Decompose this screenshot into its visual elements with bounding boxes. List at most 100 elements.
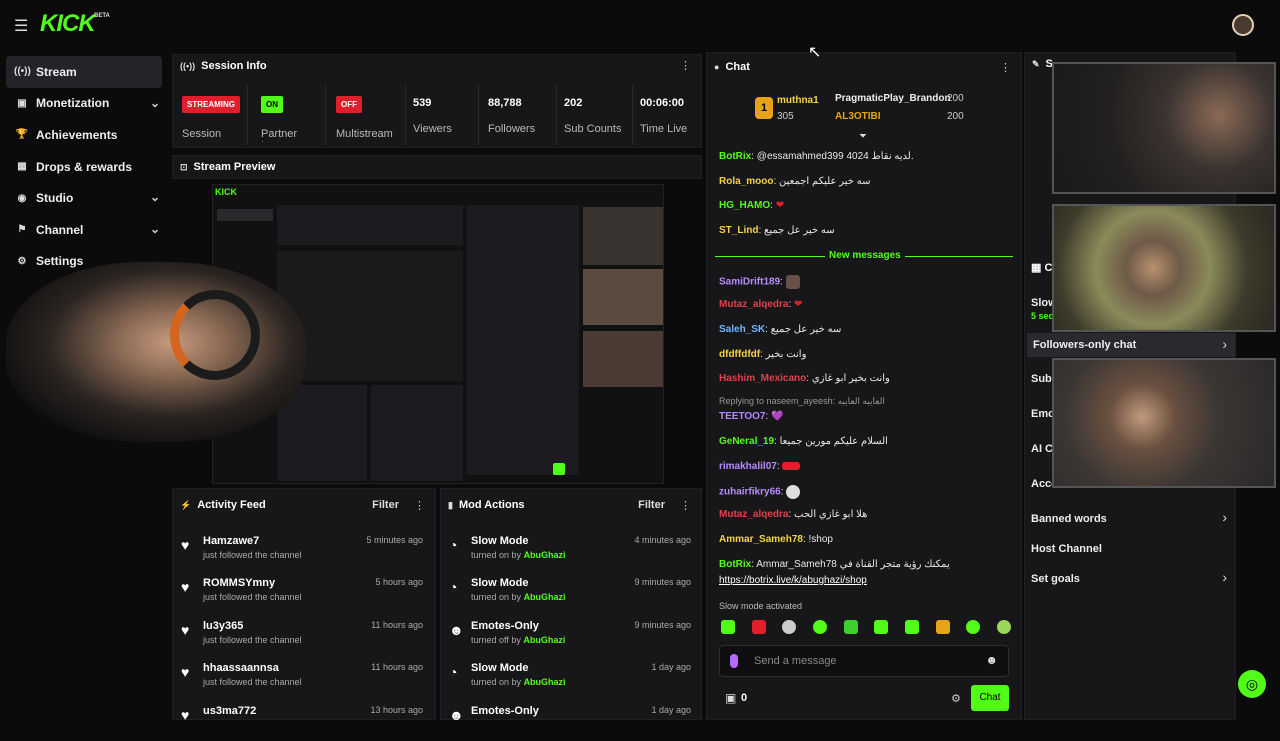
preview-icon: ⊡ [180,161,188,172]
emote-icon[interactable] [966,620,981,634]
chevron-right-icon[interactable]: › [1222,509,1227,525]
panel-title: ▦ C [1031,262,1053,274]
chat-panel: ● Chat ⋮ 1 muthna1 305 PragmaticPlay_Bran… [706,52,1022,720]
emote-icon[interactable] [812,620,827,634]
list-item[interactable]: ♥ lu3y365 just followed the channel 11 hour… [173,614,433,656]
cursor-icon: ↖ [808,44,822,61]
heart-icon: ♥ [181,622,190,638]
leaderboard-rank: 1 [755,97,773,119]
chevron-right-icon[interactable]: › [1222,569,1227,585]
session-info-header: ((•)) Session Info [180,60,267,72]
shield-icon: ▮ [448,499,453,510]
streamer-webcam [6,262,306,442]
partner-badge[interactable]: ON [261,96,283,113]
chevron-down-icon: ⌄ [149,95,160,110]
streaming-badge: STREAMING [182,96,240,113]
leader-value: 200 [947,93,964,104]
gear-icon[interactable]: ⚙ [951,692,961,705]
bolt-icon: ⚡ [180,499,192,510]
send-chat-button[interactable]: Chat [971,685,1009,711]
chat-input[interactable]: Send a message ☻ [719,645,1009,677]
emoji-icon[interactable]: ☻ [985,653,998,667]
emote-bar [721,620,1011,638]
host-channel-setting[interactable]: Host Channel [1031,543,1102,555]
viewers-label: Viewers [413,123,452,135]
menu-icon[interactable]: ☰ [14,16,28,36]
list-item[interactable]: ♥ us3ma772 13 hours ago [173,699,433,741]
chat-message: zuhairfikry66: [719,485,801,499]
session-info-panel: ((•)) Session Info ⋮ STREAMING Session ON… [172,54,702,148]
user-avatar[interactable] [1232,14,1254,36]
leader-name[interactable]: muthna1 [777,95,819,106]
broadcast-icon: ((•)) [14,66,31,78]
points-icon[interactable]: ▣ [725,691,736,705]
chevron-down-icon[interactable]: ⏷ [859,131,867,142]
kebab-menu-icon[interactable]: ⋮ [680,499,691,512]
pin-icon: ✎ [1032,58,1040,69]
list-item[interactable]: ◔ Slow Mode turned on by AbuGhazi 9 minutes… [441,571,701,613]
multistream-badge[interactable]: OFF [336,96,362,113]
broadcast-icon: ((•)) [180,61,196,71]
gear-icon: ⚙ [17,255,27,267]
leader-name[interactable]: AL3OTIBI [835,111,881,122]
list-item[interactable]: ♥ hhaassaannsa just followed the channel 11… [173,656,433,698]
list-item[interactable]: ♥ ROMMSYmny just followed the channel 5 hou… [173,571,433,613]
chat-message: SamiDrift189: [719,275,800,289]
slow-mode-note: Slow mode activated [719,601,803,611]
sidebar-item-studio[interactable]: ◉ Studio ⌄ [0,182,168,214]
support-icon[interactable]: ◎ [1238,670,1266,698]
chat-icon: ● [714,62,720,72]
new-messages-divider[interactable]: New messages [825,250,905,261]
sidebar-item-stream[interactable]: ((•)) Stream [6,56,162,88]
banned-words-setting[interactable]: Banned words [1031,513,1107,525]
emote-icon[interactable] [904,620,919,634]
sidebar-item-monetization[interactable]: ▣ Monetization ⌄ [0,88,168,120]
channel-icon: ⚑ [17,224,27,236]
sidebar-item-drops[interactable]: ▦ Drops & rewards [0,151,168,183]
headset-graphic [170,290,260,380]
sidebar-item-label: Drops & rewards [36,159,133,174]
kebab-menu-icon[interactable]: ⋮ [680,59,691,72]
kebab-menu-icon[interactable]: ⋮ [414,499,425,512]
activity-filter-button[interactable]: Filter [372,499,399,511]
sidebar-item-channel[interactable]: ⚑ Channel ⌄ [0,214,168,246]
chat-message: Mutaz_alqedra: ❤ [719,299,803,310]
reply-note: Replying to naseem_ayeesh: العايبه العاي… [719,396,885,406]
shop-link[interactable]: https://botrix.live/k/abughazi/shop [719,575,867,586]
list-item[interactable]: ♥ Hamzawe7 just followed the channel 5 minu… [173,529,433,571]
heart-icon: ♥ [181,579,190,595]
microphone-icon[interactable] [730,654,738,668]
kick-logo[interactable]: KICK [40,10,96,38]
emote-icon[interactable] [935,620,950,634]
slow-mode-value: 5 sec [1031,311,1054,321]
list-item[interactable]: ◔ Slow Mode turned on by AbuGhazi 1 day ago [441,656,701,698]
followers-only-setting[interactable]: Followers-only chat › [1027,333,1235,357]
list-item[interactable]: ☻ Emotes-Only 1 day ago [441,699,701,741]
chat-message: HG_HAMO: ❤ [719,200,785,211]
list-item[interactable]: ☻ Emotes-Only turned off by AbuGhazi 9 minu… [441,614,701,656]
leader-name[interactable]: PragmaticPlay_Brandon [835,93,951,104]
chat-message: Hashim_Mexicano: وانت بخير ابو غازي [719,373,890,384]
time-label: Time Live [640,123,688,135]
webcam-feed-2 [1052,204,1276,332]
sidebar-item-achievements[interactable]: 🏆 Achievements [0,119,168,151]
chevron-down-icon: ⌄ [149,190,160,205]
set-goals-setting[interactable]: Set goals [1031,573,1080,585]
list-item[interactable]: ◔ Slow Mode turned on by AbuGhazi 4 minutes… [441,529,701,571]
multistream-label: Multistream [336,128,393,140]
emote-icon[interactable] [843,620,858,634]
emote-icon[interactable] [782,620,797,634]
kebab-menu-icon[interactable]: ⋮ [1000,61,1011,74]
beta-label: BETA [94,13,110,19]
emote-icon[interactable] [751,620,766,634]
chat-message: ST_Lind: سه خير عل جميع [719,225,835,236]
mod-filter-button[interactable]: Filter [638,499,665,511]
emote-icon[interactable] [721,620,735,634]
slow-mode-icon: ◔ [449,664,458,680]
leader-value: 305 [777,111,794,122]
emote-icon[interactable] [996,620,1011,634]
webcam-feed-1 [1052,62,1276,194]
slow-mode-icon: ◔ [449,537,458,553]
chat-message: Ammar_Sameh78: !shop [719,534,833,545]
emote-icon[interactable] [874,620,889,634]
